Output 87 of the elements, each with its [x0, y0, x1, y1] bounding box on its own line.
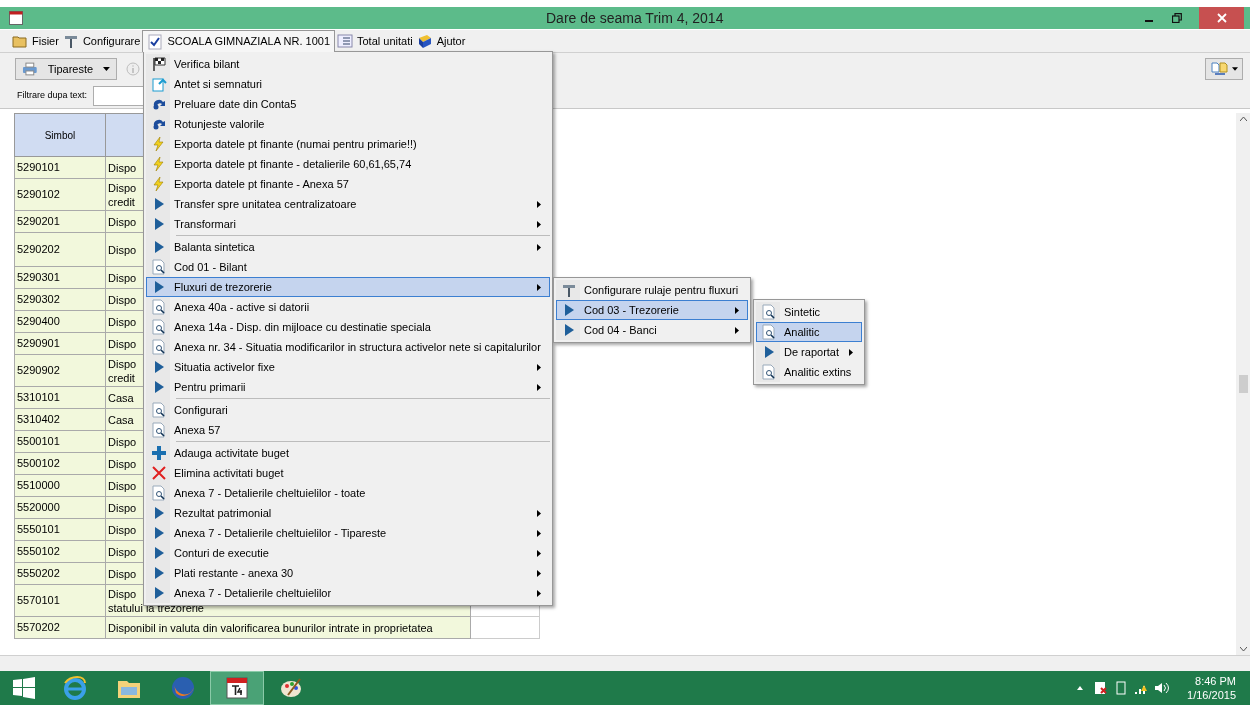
table-cell: 5310101 — [14, 387, 106, 409]
hammer-icon — [62, 33, 79, 49]
document-search-icon — [761, 304, 777, 320]
lightning-icon — [151, 176, 167, 192]
restore-icon[interactable] — [1172, 13, 1182, 23]
table-cell: 5550101 — [14, 519, 106, 541]
document-search-icon — [151, 339, 167, 355]
document-search-icon — [151, 259, 167, 275]
menu-item[interactable]: Antet si semnaturi — [146, 74, 550, 94]
app-icon — [9, 11, 23, 25]
print-button[interactable]: Tipareste — [15, 58, 117, 80]
table-cell: Disponibil in valuta din valorificarea bunurilor intrate in proprietatea — [106, 617, 471, 639]
menu-item[interactable]: Sintetic — [756, 302, 862, 322]
column-header[interactable]: Simbol — [14, 113, 106, 157]
table-cell: 5550202 — [14, 563, 106, 585]
clipboard-icon — [151, 76, 167, 92]
table-cell: 5290202 — [14, 233, 106, 267]
document-search-icon — [761, 324, 777, 340]
fox-globe-icon — [170, 675, 196, 701]
table-cell: 5290902 — [14, 355, 106, 387]
book-icon — [416, 33, 433, 49]
caret-icon — [1231, 67, 1238, 71]
table-cell — [471, 617, 540, 639]
menu-item[interactable]: Analitic — [756, 322, 862, 342]
document-search-icon — [761, 364, 777, 380]
checkmark-icon — [147, 33, 164, 50]
table-cell: 5290102 — [14, 179, 106, 211]
plus-icon — [151, 445, 167, 461]
table-cell: 5570202 — [14, 617, 106, 639]
table-cell: 5290201 — [14, 211, 106, 233]
menu-item[interactable]: Analitic extins — [756, 362, 862, 382]
document-search-icon — [151, 485, 167, 501]
menu-item[interactable]: Exporta datele pt finante (numai pentru primarie!!) — [146, 134, 550, 154]
folder-icon — [12, 33, 28, 49]
info-icon — [126, 62, 140, 76]
menu-item[interactable]: Preluare date din Conta5 — [146, 94, 550, 114]
menu-bar-item[interactable]: Total unitati — [335, 30, 415, 52]
window-title: Dare de seama Trim 4, 2014 — [546, 8, 724, 28]
scroll-down-icon — [1239, 647, 1247, 651]
table-cell: 5500101 — [14, 431, 106, 453]
document-search-icon — [151, 422, 167, 438]
columns-button[interactable] — [1205, 58, 1243, 80]
lightning-icon — [151, 136, 167, 152]
table-cell: 5290400 — [14, 311, 106, 333]
menu-bar-item[interactable]: SCOALA GIMNAZIALA NR. 1001 — [142, 30, 335, 52]
flag-icon — [151, 56, 167, 72]
table-cell: 5570101 — [14, 585, 106, 617]
scrollbar[interactable] — [1236, 113, 1250, 655]
table-cell: 5290901 — [14, 333, 106, 355]
document-search-icon — [151, 319, 167, 335]
windows-logo-icon — [13, 677, 35, 699]
menu-item[interactable]: Fluxuri de trezorerie — [146, 277, 550, 297]
letter-e-globe-icon — [62, 675, 88, 701]
menu-bar-item[interactable]: Configurare — [60, 30, 143, 52]
scroll-thumb[interactable] — [1238, 375, 1248, 393]
menu-bar-item[interactable]: Ajutor — [414, 30, 468, 52]
menu-item[interactable]: De raportat — [756, 342, 862, 362]
printer-icon — [22, 62, 38, 76]
table-cell: 5500102 — [14, 453, 106, 475]
filter-label: Filtrare dupa text: — [17, 88, 88, 102]
table-cell: 5510000 — [14, 475, 106, 497]
list-icon — [337, 33, 353, 49]
menu-item[interactable]: Cod 04 - Banci — [556, 320, 748, 340]
taskbar-button[interactable] — [210, 671, 264, 705]
calendar-t4-icon — [225, 676, 249, 700]
clock-time[interactable]: 8:46 PM — [1195, 674, 1236, 688]
table-cell: 5290302 — [14, 289, 106, 311]
document-search-icon — [151, 402, 167, 418]
menu-item[interactable]: Configurare rulaje pentru fluxuri — [556, 280, 748, 300]
document-search-icon — [151, 299, 167, 315]
table-cell: 5290101 — [14, 157, 106, 179]
table-cell: 5520000 — [14, 497, 106, 519]
menu-item[interactable]: Cod 03 - Trezorerie — [556, 300, 748, 320]
table-cell: 5290301 — [14, 267, 106, 289]
close-button[interactable] — [1199, 7, 1244, 29]
scroll-up-icon — [1239, 117, 1247, 121]
menu-item[interactable]: Verifica bilant — [146, 54, 550, 74]
caret-icon — [103, 67, 110, 71]
close-icon — [1216, 13, 1227, 23]
table-cell: 5310402 — [14, 409, 106, 431]
close-icon — [151, 465, 167, 481]
menu-item[interactable]: Rotunjeste valorile — [146, 114, 550, 134]
hammer-icon — [561, 282, 577, 298]
clock-date[interactable]: 1/16/2015 — [1187, 688, 1236, 702]
table-cell: 5550102 — [14, 541, 106, 563]
documents-icon — [1210, 62, 1229, 76]
menu-bar-item[interactable]: Fisier — [10, 30, 61, 52]
